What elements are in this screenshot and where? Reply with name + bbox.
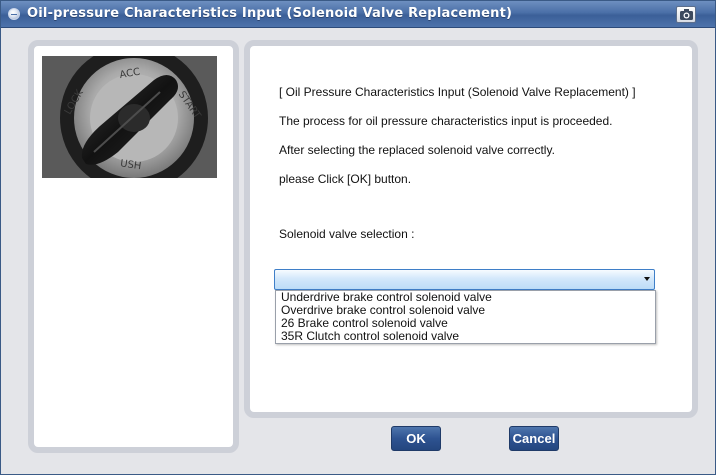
- window-title: Oil-pressure Characteristics Input (Sole…: [27, 6, 513, 21]
- solenoid-valve-options-list[interactable]: Underdrive brake control solenoid valve …: [275, 290, 656, 344]
- solenoid-valve-select[interactable]: [274, 269, 655, 290]
- instruction-line-3: please Click [OK] button.: [279, 172, 412, 186]
- selection-label: Solenoid valve selection :: [279, 227, 415, 241]
- ok-button[interactable]: OK: [391, 426, 441, 451]
- dropdown-arrow-icon[interactable]: [644, 277, 650, 281]
- list-item[interactable]: 35R Clutch control solenoid valve: [276, 330, 655, 343]
- image-panel: LOCK ACC START USH: [28, 40, 239, 453]
- cancel-button[interactable]: Cancel: [509, 426, 559, 451]
- title-bar[interactable]: Oil-pressure Characteristics Input (Sole…: [1, 1, 715, 28]
- instruction-line-2: After selecting the replaced solenoid va…: [279, 143, 555, 157]
- instruction-line-1: The process for oil pressure characteris…: [279, 114, 613, 128]
- camera-icon[interactable]: [676, 6, 696, 23]
- dialog-window: Oil-pressure Characteristics Input (Sole…: [0, 0, 716, 475]
- instruction-heading: [ Oil Pressure Characteristics Input (So…: [279, 85, 636, 99]
- app-icon: [8, 8, 20, 20]
- ignition-switch-photo: LOCK ACC START USH: [42, 56, 217, 178]
